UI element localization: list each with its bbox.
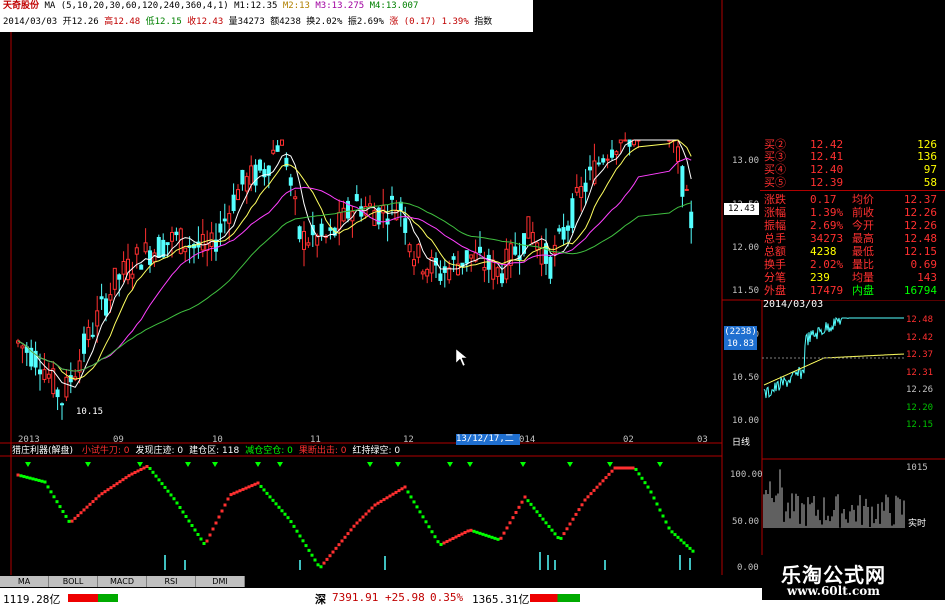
intraday-chart [762,316,905,528]
price-axis-label: 11.50 [732,286,760,296]
candlesticks [16,132,694,420]
price-axis-label: 12.00 [732,243,760,253]
intraday-vol-label: 1015 [906,463,928,473]
crosshair-price-box: (2238) 10.83 [724,326,757,350]
cursor-icon [455,348,468,367]
indicator-signal: 果断出击: 0 [298,446,347,456]
index-name: 深 [315,593,326,606]
indicator-tabs: MA BOLL MACD RSI DMI [0,576,245,587]
indicator-signal: 发现庄迹: 0 [135,446,184,456]
market-amount: 1119.28亿 [3,593,61,606]
quote-stat-row: 分笔 239 均量 143 [764,271,937,284]
ma-params: MA (5,10,20,30,60,120,240,360,4,1) [44,1,229,11]
intraday-price-label: 12.20 [906,402,934,413]
intraday-price-label: 12.31 [906,367,934,378]
bid-row: 买④ 12.40 97 [764,163,937,176]
x-axis-label: 014 [519,435,536,445]
quote-stat-row: 总手 34273 最高 12.48 [764,232,937,245]
current-price-marker: 12.43 [724,203,759,215]
realtime-label[interactable]: 实时 [908,516,926,529]
crosshair-date: 13/12/17,二 [456,434,520,445]
intraday-price-label: 12.42 [906,332,934,343]
x-axis-label: 11 [310,435,321,445]
indicator-name[interactable]: 猎庄利器(解盘) [12,446,73,456]
index-amount: 1365.31亿 [472,593,530,606]
quote-stat-row: 涨幅 1.39% 前收 12.26 [764,206,937,219]
quote-stat-row: 涨跌 0.17 均价 12.37 [764,193,937,206]
intraday-date: 2014/03/03 [763,299,824,310]
indicator-line [16,462,695,570]
tab-ma[interactable]: MA [0,576,49,587]
indicator-title: 猎庄利器(解盘) 小试牛刀: 0 发现庄迹: 0 建仓区: 118 减仓空仓: 0 果断… [12,446,400,457]
intraday-price-label: 12.48 [906,315,934,325]
indicator-axis-label: 0.00 [737,563,759,573]
x-axis-label: 02 [623,435,634,445]
indicator-axis-label: 100.00 [730,470,763,480]
bid-row: 买③ 12.41 136 [764,150,937,163]
x-axis-label: 10 [212,435,223,445]
tab-rsi[interactable]: RSI [147,576,196,587]
indicator-signal: 小试牛刀: 0 [81,446,130,456]
intraday-price-label: 12.15 [906,420,934,430]
bid-row: 买⑤ 12.39 58 [764,176,937,189]
quote-stat-row: 振幅 2.69% 今开 12.26 [764,219,937,232]
index-pct: 0.35% [430,591,464,604]
indicator-signal: 建仓区: 118 [189,446,240,456]
x-axis-label: 03 [697,435,708,445]
quote-stat-row: 外盘 17479 内盘 16794 [764,284,937,297]
index-change: +25.98 [385,591,425,604]
indicator-axis-label: 50.00 [732,517,760,527]
stock-name[interactable]: 天奇股份 [3,1,39,11]
price-axis-label: 13.00 [732,156,760,166]
tab-macd[interactable]: MACD [98,576,147,587]
chart-header: 天奇股份 MA (5,10,20,30,60,120,240,360,4,1) … [0,0,533,32]
intraday-price-label: 12.26 [906,385,934,395]
low-price-label: 10.15 [76,407,104,417]
quote-stat-row: 换手 2.02% 量比 0.69 [764,258,937,271]
tab-dmi[interactable]: DMI [196,576,245,587]
price-axis-label: 10.50 [732,373,760,383]
x-axis-label: 2013 [18,435,40,445]
index-value: 7391.91 [332,591,379,604]
tab-boll[interactable]: BOLL [49,576,98,587]
quote-panel: 买② 12.42 126 买③ 12.41 136 买④ 12.40 97 买⑤ 12.39 5… [760,138,945,300]
period-label[interactable]: 日线 [732,435,750,448]
quote-stat-row: 总额 4238 最低 12.15 [764,245,937,258]
index-bar [530,594,580,602]
x-axis-label: 12 [403,435,414,445]
intraday-price-label: 12.37 [906,350,934,360]
watermark-url: www.60lt.com [787,584,880,598]
price-axis-label: 10.00 [732,416,760,426]
market-bar [68,594,118,602]
indicator-signal: 减仓空仓: 0 [245,446,293,456]
x-axis-label: 09 [113,435,124,445]
indicator-signal: 红持绿空: 0 [352,446,401,456]
